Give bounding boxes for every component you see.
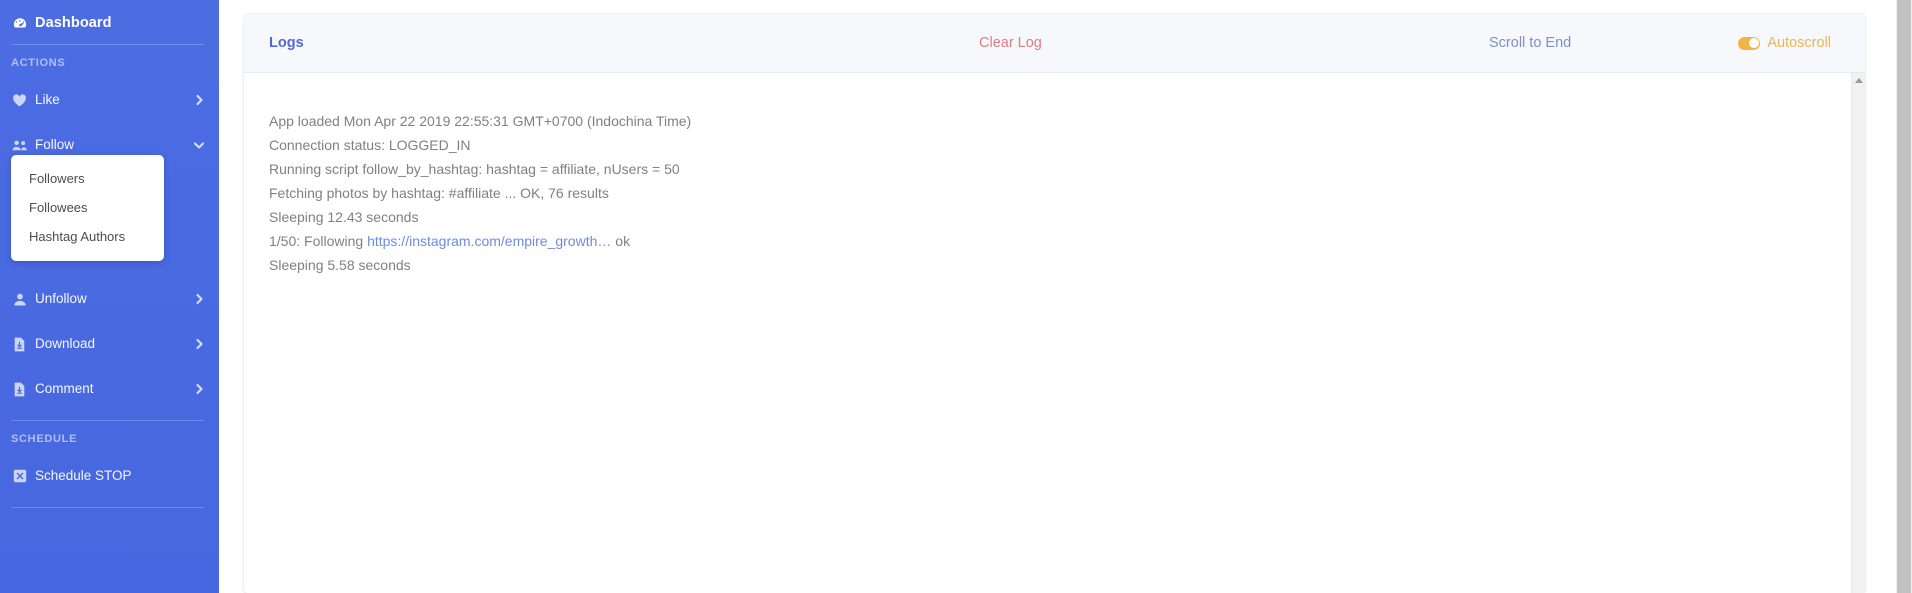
x-square-icon [11,469,28,483]
brand-dashboard[interactable]: Dashboard [0,0,219,36]
sidebar-item-label: Like [35,92,60,108]
log-line-prefix: 1/50: Following [269,233,368,249]
sidebar-section-actions: ACTIONS [11,57,66,69]
log-line-with-link: 1/50: Following https://instagram.com/em… [269,229,1865,253]
page-scrollbar[interactable] [1896,0,1912,593]
file-download-icon [11,382,28,397]
toggle-switch-icon[interactable] [1738,36,1761,50]
log-list: App loaded Mon Apr 22 2019 22:55:31 GMT+… [244,73,1865,277]
log-line-suffix: ok [611,233,631,249]
user-icon [11,292,28,307]
sidebar-divider-bottom [11,507,204,508]
submenu-item-followees[interactable]: Followees [11,193,164,222]
chevron-right-icon [193,383,205,395]
app-root: Dashboard ACTIONS Like Follow Followers … [0,0,1912,593]
submenu-item-hashtag-authors[interactable]: Hashtag Authors [11,222,164,251]
logs-body: App loaded Mon Apr 22 2019 22:55:31 GMT+… [244,73,1865,593]
users-icon [11,138,28,153]
follow-submenu: Followers Followees Hashtag Authors [11,155,164,261]
chevron-right-icon [193,293,205,305]
sidebar-item-comment[interactable]: Comment [0,375,219,403]
sidebar: Dashboard ACTIONS Like Follow Followers … [0,0,219,593]
logs-toolbar: Logs Clear Log Scroll to End Autoscroll [244,14,1865,73]
page-title: Logs [269,34,304,51]
chevron-down-icon [193,141,205,150]
page-scrollbar-thumb[interactable] [1897,0,1911,593]
main-content: Logs Clear Log Scroll to End Autoscroll … [219,0,1912,593]
heart-icon [11,93,28,108]
brand-label: Dashboard [35,15,112,32]
submenu-item-followers[interactable]: Followers [11,164,164,193]
log-line: Sleeping 12.43 seconds [269,209,419,225]
autoscroll-toggle[interactable]: Autoscroll [1738,36,1831,51]
logs-card: Logs Clear Log Scroll to End Autoscroll … [244,14,1865,593]
autoscroll-label: Autoscroll [1767,34,1831,51]
instagram-profile-link[interactable]: https://instagram.com/empire_growth… [367,233,611,249]
tachometer-icon [11,15,28,32]
sidebar-section-schedule: SCHEDULE [11,433,78,445]
log-scrollbar[interactable] [1851,73,1865,593]
sidebar-item-like[interactable]: Like [0,86,219,114]
chevron-right-icon [193,338,205,350]
clear-log-button[interactable]: Clear Log [979,36,1042,51]
log-line: Sleeping 5.58 seconds [269,257,411,273]
sidebar-item-label: Download [35,336,96,352]
log-line: Connection status: LOGGED_IN [269,137,471,153]
log-line: App loaded Mon Apr 22 2019 22:55:31 GMT+… [269,113,692,129]
sidebar-item-download[interactable]: Download [0,330,219,358]
chevron-right-icon [193,94,205,106]
sidebar-item-unfollow[interactable]: Unfollow [0,285,219,313]
toggle-knob [1748,38,1759,48]
sidebar-item-label: Unfollow [35,291,87,307]
sidebar-item-label: Schedule STOP [35,468,132,484]
sidebar-item-schedule-stop[interactable]: Schedule STOP [0,462,219,490]
log-line: Running script follow_by_hashtag: hashta… [269,161,680,177]
sidebar-item-label: Follow [35,137,75,153]
scroll-to-end-button[interactable]: Scroll to End [1489,36,1571,51]
log-line: Fetching photos by hashtag: #affiliate .… [269,185,609,201]
sidebar-lower-group: Unfollow Download Comment SCHEDULE Sched… [0,268,219,508]
file-download-icon [11,337,28,352]
scroll-up-arrow-icon[interactable] [1852,73,1865,87]
sidebar-item-label: Comment [35,381,94,397]
